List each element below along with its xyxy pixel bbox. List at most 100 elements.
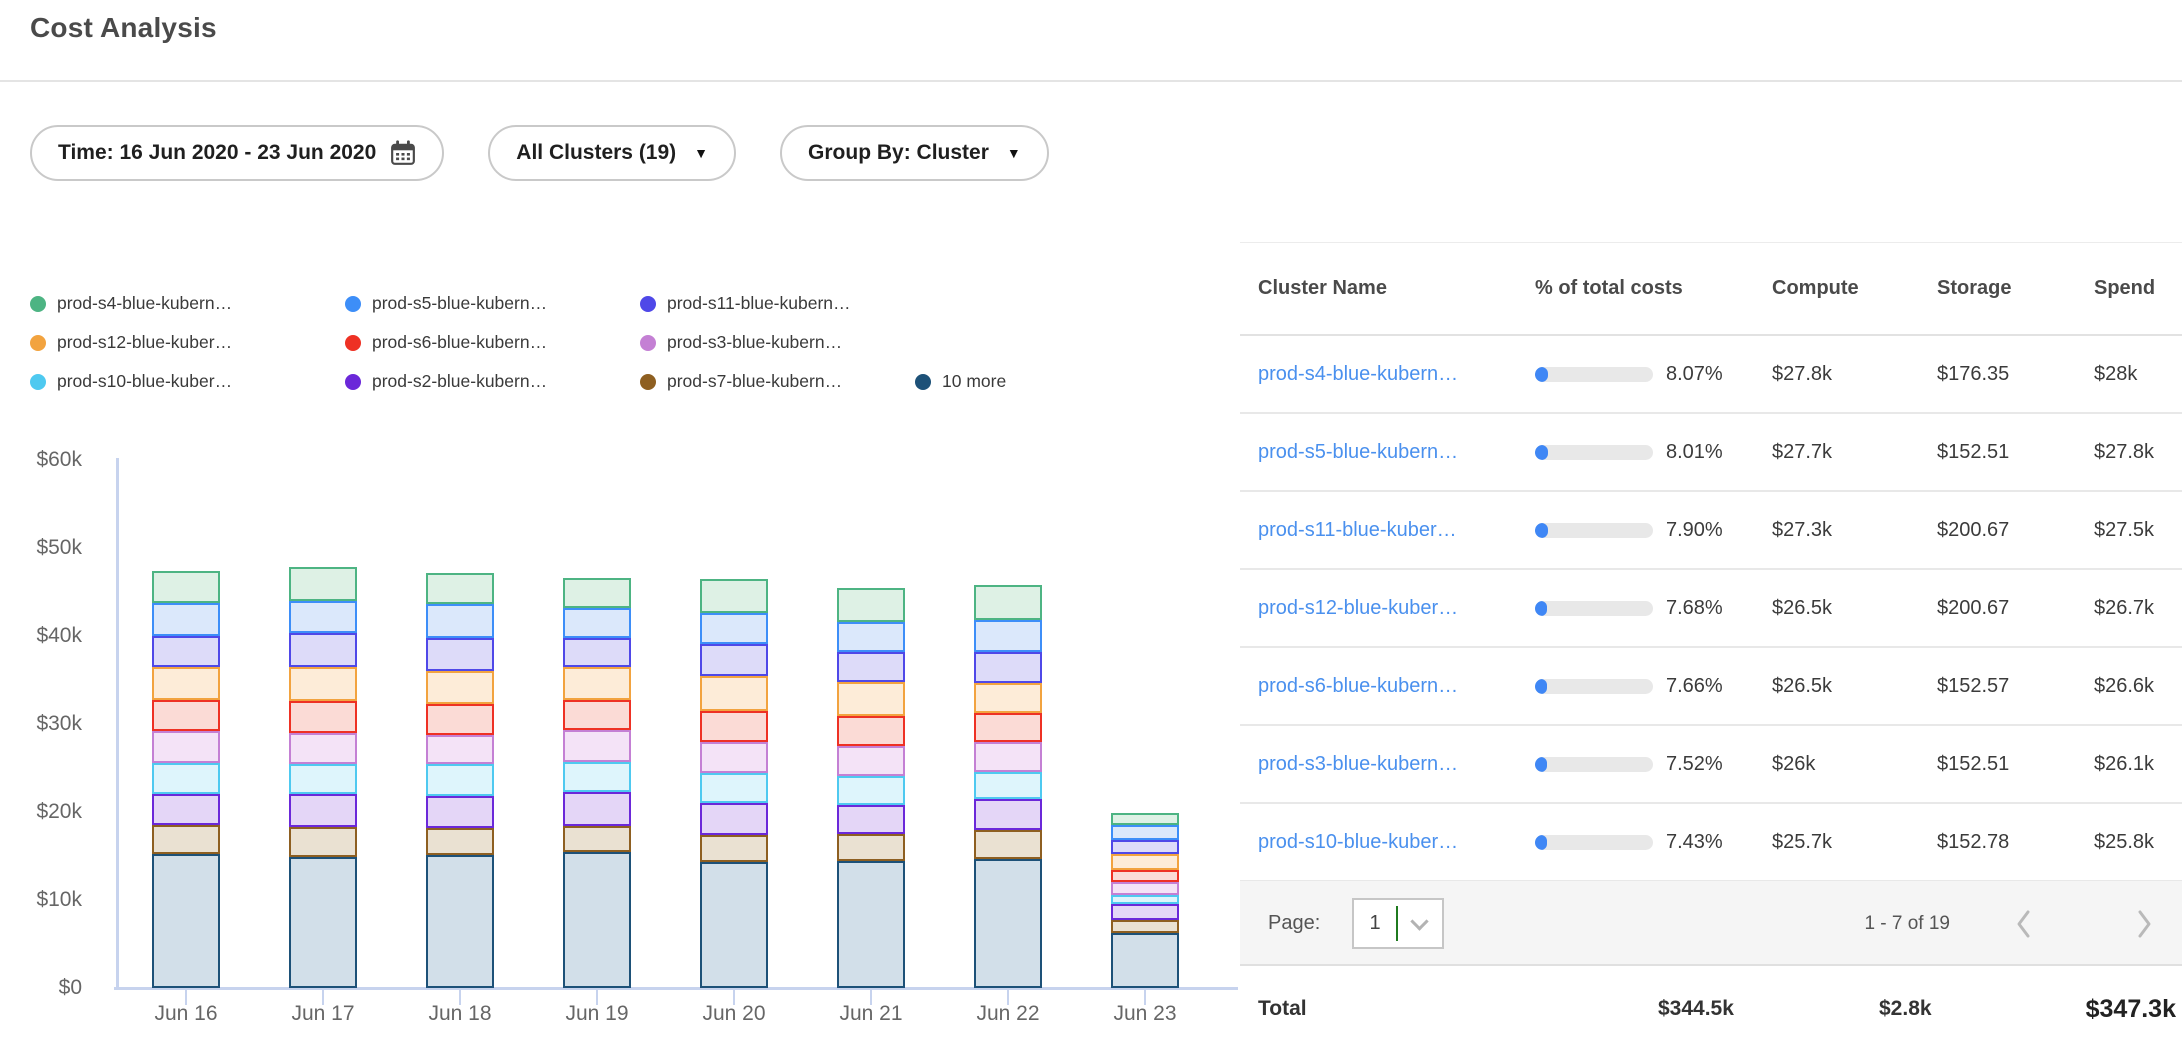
bar-segment[interactable]: [563, 826, 631, 852]
pct-of-total-cell: 8.07%: [1535, 363, 1772, 386]
bar-segment[interactable]: [152, 571, 220, 604]
bar-segment[interactable]: [837, 588, 905, 622]
pct-bar-fill: [1535, 367, 1548, 382]
next-page-icon[interactable]: [2134, 907, 2156, 941]
bar-segment[interactable]: [974, 859, 1042, 988]
bar-segment[interactable]: [152, 731, 220, 763]
bar-segment[interactable]: [426, 796, 494, 828]
bar-segment[interactable]: [700, 613, 768, 644]
bar-segment[interactable]: [563, 852, 631, 988]
bar-segment[interactable]: [426, 735, 494, 765]
bar-segment[interactable]: [563, 578, 631, 608]
bar-segment[interactable]: [974, 652, 1042, 683]
bar-segment[interactable]: [426, 855, 494, 988]
bar-segment[interactable]: [152, 603, 220, 636]
bar-segment[interactable]: [974, 742, 1042, 772]
cluster-name-link[interactable]: prod-s6-blue-kubern…: [1258, 675, 1458, 697]
bar-segment[interactable]: [426, 704, 494, 735]
cluster-name-link[interactable]: prod-s11-blue-kuber…: [1258, 519, 1457, 541]
bar-segment[interactable]: [152, 825, 220, 854]
bar-segment[interactable]: [289, 567, 357, 600]
bar-segment[interactable]: [974, 772, 1042, 798]
bar-segment[interactable]: [289, 633, 357, 666]
bar-segment[interactable]: [563, 700, 631, 730]
bar-segment[interactable]: [289, 764, 357, 795]
pct-bar: [1535, 679, 1653, 694]
bar-segment[interactable]: [700, 644, 768, 677]
cluster-name-cell: prod-s12-blue-kuber…: [1240, 597, 1535, 620]
bar-segment[interactable]: [837, 622, 905, 652]
bar-segment[interactable]: [426, 828, 494, 855]
bar-segment[interactable]: [837, 861, 905, 988]
bar-segment[interactable]: [1111, 933, 1179, 988]
bar-segment[interactable]: [152, 763, 220, 794]
bar-segment[interactable]: [974, 830, 1042, 859]
cluster-name-link[interactable]: prod-s10-blue-kuber…: [1258, 831, 1458, 853]
bar-segment[interactable]: [1111, 904, 1179, 920]
bar-segment[interactable]: [289, 827, 357, 857]
bar-segment[interactable]: [152, 700, 220, 731]
bar-segment[interactable]: [426, 638, 494, 671]
bar-segment[interactable]: [974, 713, 1042, 742]
bar-segment[interactable]: [1111, 813, 1179, 825]
bar-segment[interactable]: [837, 746, 905, 776]
previous-page-icon[interactable]: [2012, 907, 2034, 941]
bar-segment[interactable]: [426, 764, 494, 796]
spend-value: $25.8k: [2094, 831, 2182, 854]
bar-segment[interactable]: [289, 733, 357, 764]
bar-segment[interactable]: [700, 803, 768, 835]
bar-segment[interactable]: [700, 579, 768, 613]
bar-segment[interactable]: [426, 671, 494, 704]
bar-segment[interactable]: [700, 742, 768, 774]
bar-segment[interactable]: [1111, 895, 1179, 905]
table-row: prod-s6-blue-kubern…7.66%$26.5k$152.57$2…: [1240, 648, 2182, 726]
bar-segment[interactable]: [152, 636, 220, 667]
bar-segment[interactable]: [1111, 920, 1179, 933]
bar-segment[interactable]: [289, 667, 357, 701]
bar-segment[interactable]: [700, 862, 768, 988]
bar-segment[interactable]: [700, 773, 768, 803]
bar-segment[interactable]: [152, 794, 220, 826]
bar-segment[interactable]: [700, 676, 768, 710]
bar-segment[interactable]: [289, 794, 357, 827]
bar-segment[interactable]: [974, 683, 1042, 714]
bar-segment[interactable]: [289, 701, 357, 733]
bar-segment[interactable]: [426, 573, 494, 605]
bar-segment[interactable]: [1111, 825, 1179, 840]
bar-segment[interactable]: [1111, 854, 1179, 870]
bar-segment[interactable]: [837, 805, 905, 834]
bar-segment[interactable]: [152, 667, 220, 700]
bar-segment[interactable]: [1111, 870, 1179, 881]
cluster-name-link[interactable]: prod-s5-blue-kubern…: [1258, 441, 1458, 463]
bar-segment[interactable]: [837, 682, 905, 716]
bar-segment[interactable]: [974, 585, 1042, 620]
bar-segment[interactable]: [563, 638, 631, 667]
y-axis-label: $10k: [12, 888, 82, 912]
bar-segment[interactable]: [1111, 840, 1179, 854]
bar-segment[interactable]: [974, 620, 1042, 652]
cluster-name-link[interactable]: prod-s4-blue-kubern…: [1258, 363, 1458, 385]
page-select[interactable]: 1: [1352, 898, 1444, 949]
bar-segment[interactable]: [700, 835, 768, 862]
cluster-name-link[interactable]: prod-s12-blue-kuber…: [1258, 597, 1458, 619]
pct-bar: [1535, 757, 1653, 772]
bar-segment[interactable]: [837, 834, 905, 861]
pct-bar: [1535, 601, 1653, 616]
bar-segment[interactable]: [700, 711, 768, 742]
bar-segment[interactable]: [289, 601, 357, 634]
bar-segment[interactable]: [563, 792, 631, 826]
bar-segment[interactable]: [837, 652, 905, 682]
bar-segment[interactable]: [1111, 882, 1179, 895]
bar-segment[interactable]: [837, 716, 905, 746]
bar-segment[interactable]: [563, 762, 631, 792]
cluster-name-link[interactable]: prod-s3-blue-kubern…: [1258, 753, 1458, 775]
bar-segment[interactable]: [837, 776, 905, 805]
bar-segment[interactable]: [426, 604, 494, 637]
bar-segment[interactable]: [563, 730, 631, 762]
bar-segment[interactable]: [974, 799, 1042, 830]
bar-segment[interactable]: [563, 667, 631, 700]
bar-segment[interactable]: [289, 857, 357, 988]
pct-value: 7.68%: [1666, 597, 1723, 620]
bar-segment[interactable]: [152, 854, 220, 988]
bar-segment[interactable]: [563, 608, 631, 638]
